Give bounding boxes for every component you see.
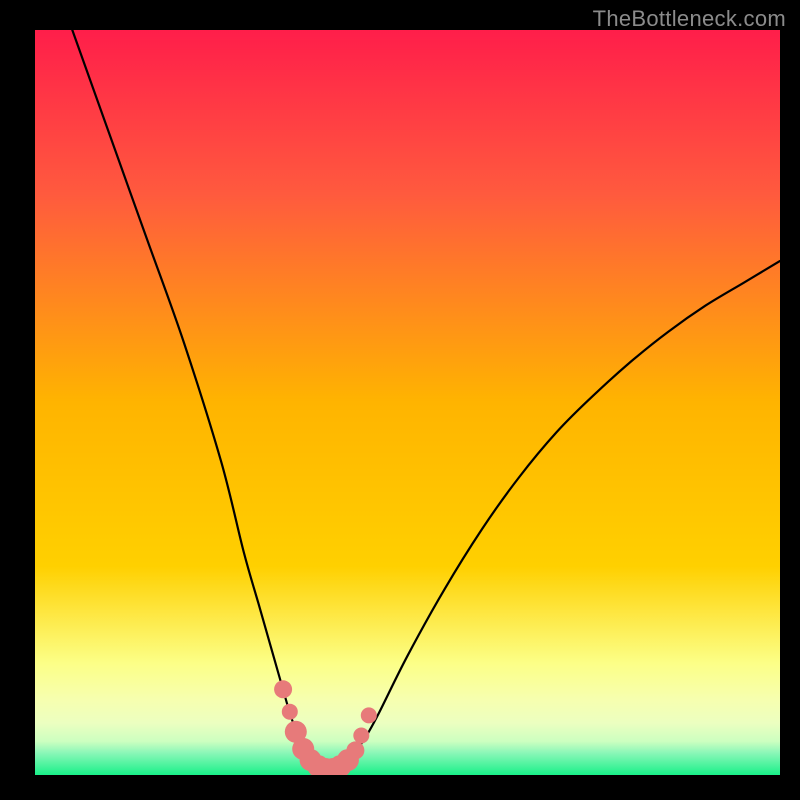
chart-svg <box>35 30 780 775</box>
marker-point <box>282 704 298 720</box>
marker-point <box>346 741 364 759</box>
marker-point <box>361 707 377 723</box>
outer-frame: TheBottleneck.com <box>0 0 800 800</box>
attribution-text: TheBottleneck.com <box>593 6 786 32</box>
gradient-background <box>35 30 780 775</box>
marker-point <box>353 728 369 744</box>
chart-area <box>35 30 780 775</box>
marker-point <box>274 680 292 698</box>
